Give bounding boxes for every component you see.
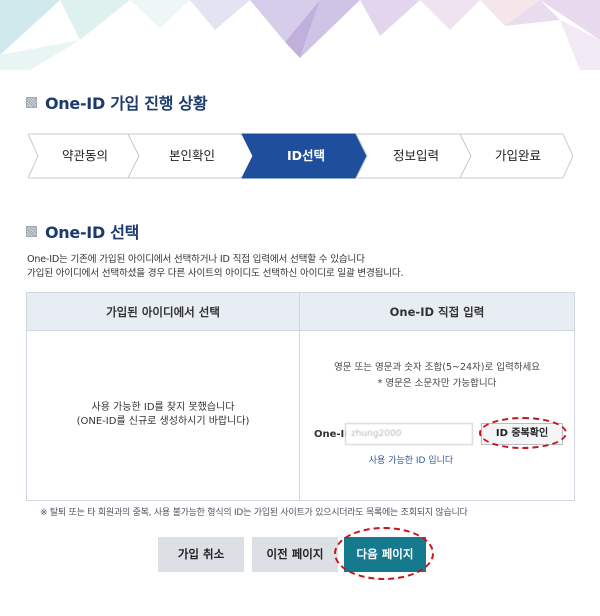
id-rules: 영문 또는 영문과 숫자 조합(5~24자)로 입력하세요 * 영문은 소문자만… bbox=[300, 360, 574, 392]
rule-line: * 영문은 소문자만 가능합니다 bbox=[377, 378, 497, 389]
section-bullet-icon bbox=[26, 96, 37, 108]
step-agree-terms: 약관동의 bbox=[61, 148, 108, 163]
panel-divider bbox=[299, 293, 300, 500]
no-id-found-message: 사용 가능한 ID를 찾지 못했습니다 (ONE-ID를 신규로 생성하시기 바… bbox=[27, 401, 299, 429]
selection-description: One-ID는 기존에 가입된 아이디에서 선택하거나 ID 직접 입력에서 선… bbox=[27, 253, 404, 281]
one-id-input[interactable] bbox=[345, 423, 473, 445]
progress-section-title: One-ID 가입 진행 상황 bbox=[26, 90, 208, 114]
step-info-input: 정보입력 bbox=[392, 148, 439, 163]
progress-title: One-ID 가입 진행 상황 bbox=[45, 94, 208, 113]
previous-page-button[interactable]: 이전 페이지 bbox=[252, 537, 338, 572]
description-line: 가입된 아이디에서 선택하셨을 경우 다른 사이트의 아이디도 선택하신 아이디… bbox=[27, 268, 404, 279]
message-line: (ONE-ID를 신규로 생성하시기 바랍니다) bbox=[76, 416, 250, 427]
decorative-banner bbox=[0, 0, 600, 70]
progress-steps: 약관동의 본인확인 ID선택 정보입력 가입완료 bbox=[28, 133, 574, 179]
next-page-button[interactable]: 다음 페이지 bbox=[344, 537, 426, 572]
id-notice: ※ 탈퇴 또는 타 회원과의 중복, 사용 불가능한 형식의 ID는 가입된 사… bbox=[40, 508, 468, 518]
step-complete: 가입완료 bbox=[494, 148, 541, 163]
selection-title: One-ID 선택 bbox=[45, 223, 140, 242]
selection-section-title: One-ID 선택 bbox=[26, 219, 139, 243]
id-available-message: 사용 가능한 ID 입니다 bbox=[368, 456, 454, 466]
step-id-select: ID선택 bbox=[286, 148, 326, 163]
step-identity-check: 본인확인 bbox=[168, 148, 215, 163]
message-line: 사용 가능한 ID를 찾지 못했습니다 bbox=[91, 402, 235, 413]
description-line: One-ID는 기존에 가입된 아이디에서 선택하거나 ID 직접 입력에서 선… bbox=[27, 254, 365, 265]
rule-line: 영문 또는 영문과 숫자 조합(5~24자)로 입력하세요 bbox=[334, 362, 540, 373]
registered-id-header: 가입된 아이디에서 선택 bbox=[106, 305, 220, 319]
panel-header: 가입된 아이디에서 선택 One-ID 직접 입력 bbox=[27, 293, 574, 331]
cancel-signup-button[interactable]: 가입 취소 bbox=[158, 537, 244, 572]
section-bullet-icon bbox=[26, 225, 37, 237]
direct-input-header: One-ID 직접 입력 bbox=[389, 305, 485, 319]
id-selection-panel: 가입된 아이디에서 선택 One-ID 직접 입력 사용 가능한 ID를 찾지 … bbox=[26, 292, 575, 501]
id-duplicate-check-button[interactable]: ID 중복확인 bbox=[481, 423, 563, 445]
